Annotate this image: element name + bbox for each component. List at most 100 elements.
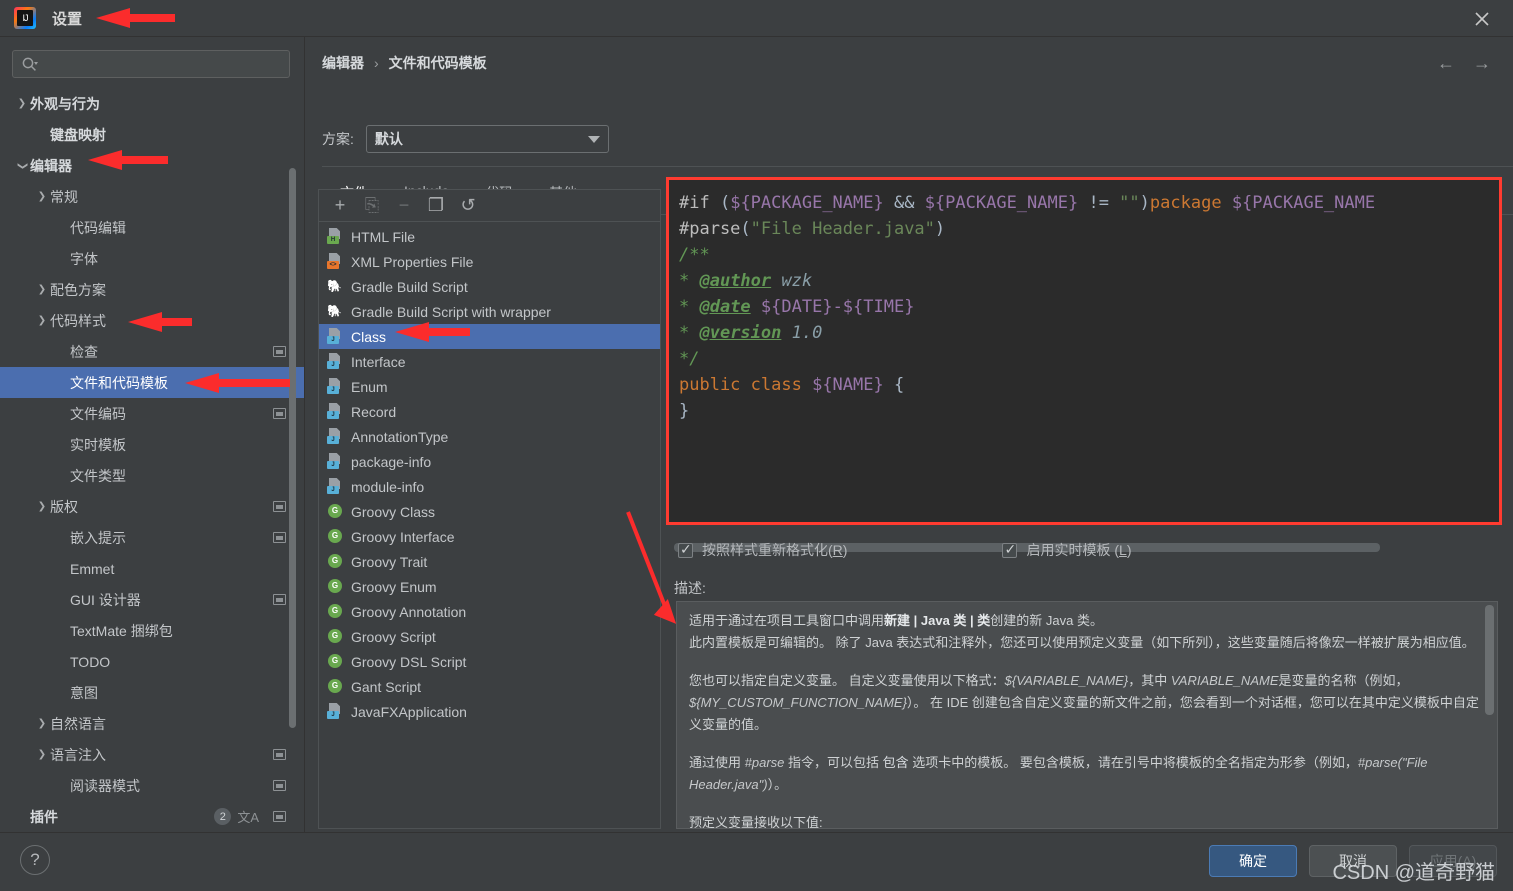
code-content[interactable]: #if (${PACKAGE_NAME} && ${PACKAGE_NAME} … [669,180,1499,424]
reformat-checkbox[interactable]: 按照样式重新格式化(R) [678,540,847,560]
sidebar-item-16[interactable]: GUI 设计器 [0,584,304,615]
sidebar-item-0[interactable]: ❯ 外观与行为 [0,88,304,119]
chevron-right-icon[interactable]: ❯ [34,501,50,512]
sidebar-item-11[interactable]: 实时模板 [0,429,304,460]
remove-icon: − [398,195,410,215]
scheme-row: 方案: 默认 [322,125,609,153]
template-list-item[interactable]: 🐘 Gradle Build Script with wrapper [319,299,660,324]
search-box[interactable] [12,50,290,78]
settings-sidebar: ❯ 外观与行为 键盘映射 ❯ 编辑器 ❯ 常规 代码编辑 字体 ❯ 配色方案 ❯ 代码样式 检查 文件和代码… [0,37,305,832]
help-icon[interactable]: ? [20,845,50,875]
description-scrollbar-track[interactable] [1485,603,1496,828]
sidebar-scrollbar-thumb[interactable] [289,168,296,728]
back-arrow-icon[interactable]: ← [1437,53,1455,74]
sidebar-item-label: 阅读器模式 [70,777,140,794]
template-list-item[interactable]: G Groovy DSL Script [319,649,660,674]
window-title: 设置 [52,10,83,28]
search-input[interactable] [38,56,281,72]
checkbox-box[interactable] [1002,541,1018,558]
reset-icon[interactable]: ↺ [455,194,481,218]
description-paragraph-2: 您也可以指定自定义变量。 自定义变量使用以下格式：${VARIABLE_NAME… [689,673,1479,732]
template-list-item[interactable]: Jpackage-info [319,449,660,474]
template-list-item[interactable]: G Groovy Class [319,499,660,524]
sidebar-item-8[interactable]: 检查 [0,336,304,367]
chevron-right-icon[interactable]: ❯ [34,284,50,295]
sidebar-item-2[interactable]: ❯ 编辑器 [0,150,304,181]
template-list-item[interactable]: J Class [319,324,660,349]
groovy-file-icon: G [327,628,344,645]
template-list-item[interactable]: G Gant Script [319,674,660,699]
scheme-dropdown[interactable]: 默认 [365,125,609,153]
sidebar-item-17[interactable]: TextMate 捆绑包 [0,615,304,646]
breadcrumb-parent[interactable]: 编辑器 [322,53,364,73]
sidebar-item-1[interactable]: 键盘映射 [0,119,304,150]
chevron-right-icon[interactable]: ❯ [34,315,50,326]
template-list-item[interactable]: G Groovy Interface [319,524,660,549]
sidebar-item-5[interactable]: 字体 [0,243,304,274]
live-template-checkbox[interactable]: 启用实时模板 (L) [1002,540,1132,560]
code-token: * [679,271,700,291]
sidebar-item-15[interactable]: Emmet [0,553,304,584]
template-list-item[interactable]: H HTML File [319,224,660,249]
description-scrollbar-thumb[interactable] [1485,605,1494,715]
template-list-item[interactable]: Jmodule-info [319,474,660,499]
search-icon [21,56,38,73]
chevron-right-icon[interactable]: ❯ [34,191,50,202]
sidebar-item-23[interactable]: 插件 2 文A [0,801,304,832]
checkbox-box[interactable] [678,541,693,558]
sidebar-item-label: 文件编码 [70,405,126,422]
template-list-toolbar: + ⎘ − ❐ ↺ [319,190,660,222]
sidebar-item-22[interactable]: 阅读器模式 [0,770,304,801]
sidebar-item-label: 文件和代码模板 [70,374,168,391]
sidebar-item-6[interactable]: ❯ 配色方案 [0,274,304,305]
cancel-button[interactable]: 取消 [1309,845,1397,877]
template-list-item[interactable]: <> XML Properties File [319,249,660,274]
sidebar-item-7[interactable]: ❯ 代码样式 [0,305,304,336]
chevron-right-icon[interactable]: ❯ [34,718,50,729]
sidebar-item-label: 代码编辑 [70,219,126,236]
ok-button[interactable]: 确定 [1209,845,1297,877]
sidebar-item-4[interactable]: 代码编辑 [0,212,304,243]
code-token: != [1078,193,1120,213]
chevron-down-icon[interactable]: ❯ [17,158,28,174]
chevron-right-icon[interactable]: ❯ [14,98,30,109]
sidebar-item-19[interactable]: 意图 [0,677,304,708]
sidebar-item-21[interactable]: ❯ 语言注入 [0,739,304,770]
sidebar-scrollbar-track[interactable] [289,88,300,828]
template-list-item[interactable]: 🐘 Gradle Build Script [319,274,660,299]
template-item-label: Groovy Annotation [351,603,467,620]
close-icon[interactable] [1469,6,1495,32]
project-scope-icon [273,346,286,357]
forward-arrow-icon[interactable]: → [1473,53,1491,74]
template-list-item[interactable]: G Groovy Trait [319,549,660,574]
sidebar-item-label: 语言注入 [50,746,106,763]
template-list-item[interactable]: G Groovy Script [319,624,660,649]
sidebar-item-18[interactable]: TODO [0,646,304,677]
sidebar-item-9[interactable]: 文件和代码模板 [0,367,304,398]
template-list-item[interactable]: J AnnotationType [319,424,660,449]
template-list-item[interactable]: G Groovy Annotation [319,599,660,624]
template-list-item[interactable]: J Record [319,399,660,424]
template-list-item[interactable]: J Enum [319,374,660,399]
template-item-label: Record [351,403,397,420]
groovy-file-icon: G [327,503,344,520]
sidebar-item-20[interactable]: ❯ 自然语言 [0,708,304,739]
sidebar-item-14[interactable]: 嵌入提示 [0,522,304,553]
chevron-right-icon[interactable]: ❯ [34,749,50,760]
template-list-item[interactable]: J Interface [319,349,660,374]
template-list-item[interactable]: G Groovy Enum [319,574,660,599]
sidebar-item-label: 常规 [50,188,78,205]
sidebar-item-12[interactable]: 文件类型 [0,460,304,491]
duplicate-icon[interactable]: ❐ [423,194,449,218]
sidebar-item-label: TextMate 捆绑包 [70,622,173,639]
code-token: "" [1119,193,1140,213]
template-code-editor[interactable]: #if (${PACKAGE_NAME} && ${PACKAGE_NAME} … [666,177,1502,525]
template-list-item[interactable]: J JavaFXApplication [319,699,660,724]
template-item-label: Groovy Trait [351,553,428,570]
add-icon[interactable]: + [327,194,353,218]
sidebar-item-10[interactable]: 文件编码 [0,398,304,429]
sidebar-item-13[interactable]: ❯ 版权 [0,491,304,522]
template-item-label: Interface [351,353,406,370]
code-token: ( [719,193,731,213]
sidebar-item-3[interactable]: ❯ 常规 [0,181,304,212]
